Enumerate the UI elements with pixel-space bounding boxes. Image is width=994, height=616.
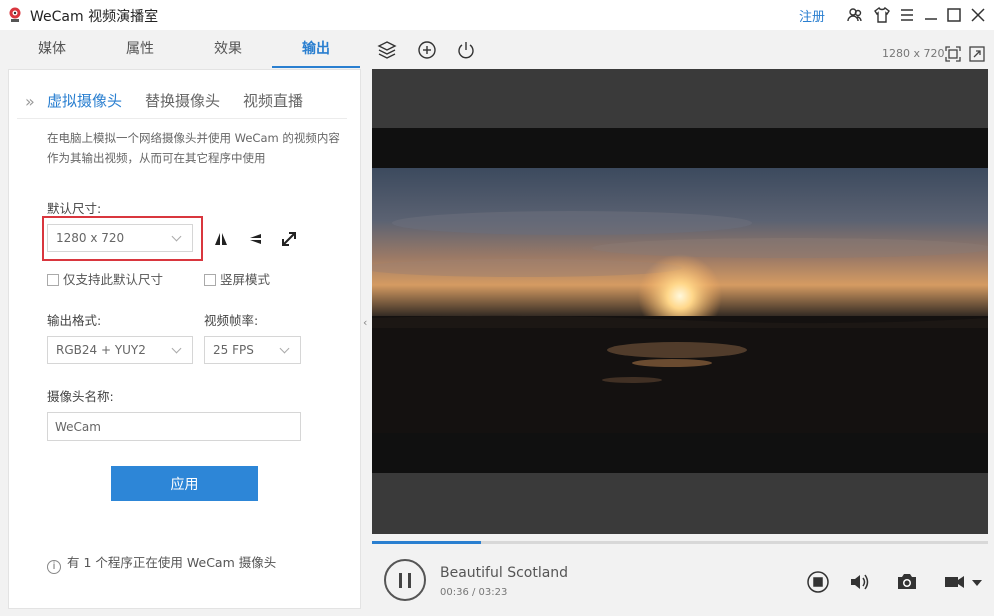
video-preview[interactable] <box>372 69 988 534</box>
default-size-label: 默认尺寸: <box>47 201 102 216</box>
minimize-icon[interactable] <box>922 6 940 24</box>
maximize-icon[interactable] <box>945 6 963 24</box>
add-circle-icon[interactable] <box>417 40 437 60</box>
virtual-camera-description: 在电脑上模拟一个网络摄像头并使用 WeCam 的视频内容作为其输出视频，从而可在… <box>47 131 340 165</box>
frame-rate-label: 视频帧率: <box>204 313 259 328</box>
frame-rate-select[interactable]: 25 FPS <box>204 336 301 364</box>
chevron-down-icon <box>171 343 182 354</box>
expand-icon[interactable] <box>969 46 985 62</box>
video-frame <box>372 128 988 473</box>
fullscreen-expand-icon[interactable] <box>280 230 298 248</box>
pause-icon <box>408 573 411 588</box>
checkbox-box[interactable] <box>47 274 59 286</box>
close-icon[interactable] <box>969 6 987 24</box>
pause-button[interactable] <box>384 559 426 601</box>
apply-button[interactable]: 应用 <box>111 466 258 501</box>
collapse-panel-handle[interactable]: ‹ <box>363 316 367 329</box>
divider <box>17 118 347 119</box>
subtab-replace-camera[interactable]: 替换摄像头 <box>145 90 220 111</box>
chevron-down-icon <box>279 343 290 354</box>
tab-properties[interactable]: 属性 <box>96 30 184 68</box>
chevron-down-icon <box>171 231 182 242</box>
webcam-logo-icon <box>9 7 21 22</box>
output-format-value: RGB24 + YUY2 <box>56 343 146 357</box>
output-format-select[interactable]: RGB24 + YUY2 <box>47 336 193 364</box>
frame-rate-value: 25 FPS <box>213 343 254 357</box>
main-tabs: 媒体 属性 效果 输出 <box>0 30 362 68</box>
tab-effects[interactable]: 效果 <box>184 30 272 68</box>
checkbox-box[interactable] <box>204 274 216 286</box>
default-size-value: 1280 x 720 <box>56 231 125 245</box>
portrait-mode-checkbox[interactable]: 竖屏模式 <box>204 269 270 288</box>
track-time: 00:36 / 03:23 <box>440 587 508 598</box>
status-text: 有 1 个程序正在使用 WeCam 摄像头 <box>67 555 277 570</box>
info-icon: i <box>47 560 61 574</box>
output-format-label: 输出格式: <box>47 313 102 328</box>
subtab-virtual-camera[interactable]: 虚拟摄像头 <box>47 90 122 111</box>
flip-vertical-icon[interactable] <box>246 230 264 248</box>
fit-screen-icon[interactable] <box>945 46 961 62</box>
users-icon[interactable] <box>846 6 864 24</box>
only-default-size-checkbox[interactable]: 仅支持此默认尺寸 <box>47 269 163 288</box>
checkbox-label: 仅支持此默认尺寸 <box>63 272 164 287</box>
checkbox-label: 竖屏模式 <box>220 272 271 287</box>
title-bar: WeCam 视频演播室 注册 <box>0 0 994 30</box>
record-video-icon[interactable] <box>943 570 967 594</box>
progress-fill <box>372 541 482 544</box>
volume-icon[interactable] <box>848 570 872 594</box>
snapshot-camera-icon[interactable] <box>895 570 919 594</box>
subtab-live-stream[interactable]: 视频直播 <box>243 90 303 111</box>
chevron-down-icon[interactable] <box>970 570 984 594</box>
camera-name-label: 摄像头名称: <box>47 389 114 404</box>
power-icon[interactable] <box>456 40 476 60</box>
app-title: WeCam 视频演播室 <box>30 9 159 25</box>
double-chevron-icon: » <box>25 92 35 111</box>
default-size-select[interactable]: 1280 x 720 <box>47 224 193 252</box>
stop-icon[interactable] <box>806 570 830 594</box>
register-link[interactable]: 注册 <box>799 6 825 25</box>
layers-icon[interactable] <box>377 40 397 60</box>
pause-icon <box>399 573 402 588</box>
shirt-icon[interactable] <box>873 6 891 24</box>
menu-icon[interactable] <box>898 6 916 24</box>
tab-media[interactable]: 媒体 <box>8 30 96 68</box>
track-title: Beautiful Scotland <box>440 565 569 581</box>
camera-name-input[interactable] <box>47 412 301 441</box>
camera-usage-status: i 有 1 个程序正在使用 WeCam 摄像头 <box>47 552 276 574</box>
preview-resolution: 1280 x 720 <box>882 47 945 60</box>
output-panel: » 虚拟摄像头 替换摄像头 视频直播 在电脑上模拟一个网络摄像头并使用 WeCa… <box>8 69 361 609</box>
tab-output[interactable]: 输出 <box>272 30 360 68</box>
playback-progress[interactable] <box>372 541 988 544</box>
output-subtabs: » 虚拟摄像头 替换摄像头 视频直播 <box>17 90 357 116</box>
flip-horizontal-icon[interactable] <box>212 230 230 248</box>
sunset-video-frame <box>372 168 988 433</box>
